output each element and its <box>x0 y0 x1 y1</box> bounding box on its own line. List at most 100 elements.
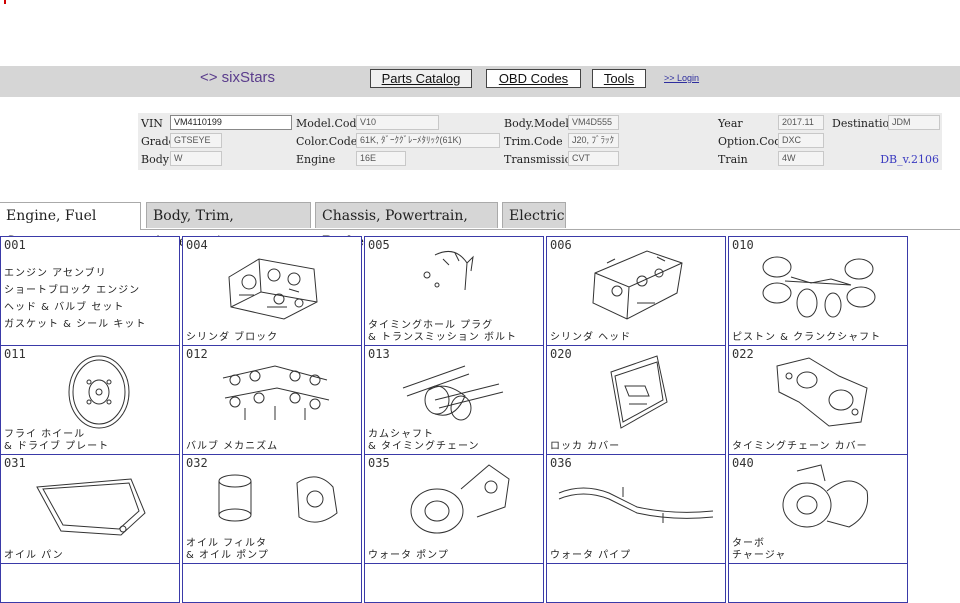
part-card-partial[interactable] <box>0 563 180 603</box>
part-code: 005 <box>368 238 390 252</box>
oil-pan-image <box>36 478 146 536</box>
part-card-001[interactable]: 001 エンジン アセンブリ ショートブロック エンジン ヘッド & バルブ セ… <box>0 236 180 346</box>
part-name: ターボ チャージャ <box>732 538 787 561</box>
part-code: 006 <box>550 238 572 252</box>
year-value: 2017.11 <box>778 115 824 130</box>
part-card-012[interactable]: 012 バルブ メカニズム <box>182 345 362 455</box>
tab-engine-fuel-systems[interactable]: Engine, Fuel Systems <box>0 202 141 250</box>
part-name: オイル パン <box>4 550 64 561</box>
train-value: 4W <box>778 151 824 166</box>
tab-body-trim-accessories[interactable]: Body, Trim, Accessories <box>146 202 311 250</box>
part-card-022[interactable]: 022 タイミングチェーン カバー <box>728 345 908 455</box>
nav-parts-catalog-button[interactable]: Parts Catalog <box>370 69 472 88</box>
tab-chassis-powertrain-brake[interactable]: Chassis, Powertrain, Brake <box>315 202 498 250</box>
part-card-005[interactable]: 005 タイミングホール プラグ & トランスミッション ボルト <box>364 236 544 346</box>
body-value: W <box>170 151 222 166</box>
db-version: DB_v.2106 <box>880 153 939 166</box>
camshaft-timing-chain-image <box>402 365 504 421</box>
part-code: 001 <box>4 238 26 252</box>
color-code-label: Color.Code <box>296 135 358 148</box>
part-code: 012 <box>186 347 208 361</box>
part-card-032[interactable]: 032 オイル フィルタ & オイル ポンプ <box>182 454 362 564</box>
cylinder-head-image <box>592 250 683 320</box>
part-code: 035 <box>368 456 390 470</box>
part-card-partial[interactable] <box>364 563 544 603</box>
part-code: 036 <box>550 456 572 470</box>
part-name: ロッカ カバー <box>550 441 621 452</box>
part-name: ピストン & クランクシャフト <box>732 332 882 343</box>
part-card-020[interactable]: 020 ロッカ カバー <box>546 345 726 455</box>
flywheel-image <box>68 355 130 429</box>
part-card-partial[interactable] <box>182 563 362 603</box>
part-name: ウォータ ポンプ <box>368 550 449 561</box>
part-name: カムシャフト & タイミングチェーン <box>368 429 480 452</box>
part-name: エンジン アセンブリ ショートブロック エンジン ヘッド & バルブ セット ガ… <box>4 268 147 330</box>
part-card-040[interactable]: 040 ターボ チャージャ <box>728 454 908 564</box>
part-name: タイミングチェーン カバー <box>732 441 868 452</box>
login-link[interactable]: >> Login <box>664 73 699 83</box>
oil-filter-pump-image <box>218 474 338 523</box>
part-code: 040 <box>732 456 754 470</box>
category-tabs: Engine, Fuel Systems Body, Trim, Accesso… <box>0 202 960 250</box>
water-pipe-image <box>558 487 714 523</box>
grade-value: GTSEYE <box>170 133 222 148</box>
part-card-036[interactable]: 036 ウォータ パイプ <box>546 454 726 564</box>
part-name: フライ ホイール & ドライブ プレート <box>4 429 110 452</box>
engine-value: 16E <box>356 151 406 166</box>
transmission-value: CVT <box>568 151 619 166</box>
nav-tools-button[interactable]: Tools <box>592 69 646 88</box>
part-name: タイミングホール プラグ & トランスミッション ボルト <box>368 320 517 343</box>
part-card-011[interactable]: 011 フライ ホイール & ドライブ プレート <box>0 345 180 455</box>
part-name: シリンダ ヘッド <box>550 332 632 343</box>
turbocharger-image <box>782 464 869 528</box>
body-label: Body <box>141 153 169 166</box>
engine-label: Engine <box>296 153 336 166</box>
timing-hole-plug-image <box>423 250 474 291</box>
color-code-value: 61K, ﾀﾞｰｸｸﾞﾚｰﾒﾀﾘｯｸ(61K) <box>356 133 500 148</box>
vin-field[interactable]: VM4110199 <box>170 115 292 130</box>
part-code: 011 <box>4 347 26 361</box>
nav-obd-codes-button[interactable]: OBD Codes <box>486 69 581 88</box>
parts-grid: 001 エンジン アセンブリ ショートブロック エンジン ヘッド & バルブ セ… <box>0 236 908 603</box>
water-pump-image <box>410 464 510 534</box>
part-name: シリンダ ブロック <box>186 332 279 343</box>
destination-label: Destination <box>832 117 897 130</box>
part-card-013[interactable]: 013 カムシャフト & タイミングチェーン <box>364 345 544 455</box>
cylinder-block-image <box>228 258 318 320</box>
part-card-partial[interactable] <box>728 563 908 603</box>
vehicle-info-panel: VIN VM4110199 Model.Code V10 Body.Model … <box>138 113 942 170</box>
part-name: オイル フィルタ & オイル ポンプ <box>186 538 269 561</box>
part-code: 032 <box>186 456 208 470</box>
timing-chain-cover-image <box>776 357 868 427</box>
part-card-004[interactable]: 004 シリンダ ブロック <box>182 236 362 346</box>
part-code: 022 <box>732 347 754 361</box>
vin-label: VIN <box>141 117 163 130</box>
cursor-mark <box>4 0 6 4</box>
year-label: Year <box>718 117 743 130</box>
piston-crankshaft-image <box>762 256 876 318</box>
part-name: バルブ メカニズム <box>186 441 279 452</box>
model-code-value: V10 <box>356 115 439 130</box>
valve-mechanism-image <box>222 365 330 420</box>
part-code: 004 <box>186 238 208 252</box>
train-label: Train <box>718 153 748 166</box>
part-card-010[interactable]: 010 ピストン & クランクシャフト <box>728 236 908 346</box>
trim-code-label: Trim.Code <box>504 135 563 148</box>
site-logo[interactable]: <> sixStars <box>200 69 275 86</box>
part-name: ウォータ パイプ <box>550 550 632 561</box>
part-code: 031 <box>4 456 26 470</box>
trim-code-value: J20, ﾌﾞﾗｯｸ <box>568 133 619 148</box>
body-model-label: Body.Model <box>504 117 569 130</box>
part-code: 020 <box>550 347 572 361</box>
body-model-value: VM4D555 <box>568 115 619 130</box>
part-card-006[interactable]: 006 シリンダ ヘッド <box>546 236 726 346</box>
tab-electric[interactable]: Electric <box>502 202 566 228</box>
model-code-label: Model.Code <box>296 117 364 130</box>
top-nav-bar: <> sixStars Parts Catalog OBD Codes Tool… <box>0 66 960 97</box>
destination-value: JDM <box>888 115 940 130</box>
part-code: 010 <box>732 238 754 252</box>
part-card-031[interactable]: 031 オイル パン <box>0 454 180 564</box>
part-card-partial[interactable] <box>546 563 726 603</box>
part-card-035[interactable]: 035 ウォータ ポンプ <box>364 454 544 564</box>
part-code: 013 <box>368 347 390 361</box>
